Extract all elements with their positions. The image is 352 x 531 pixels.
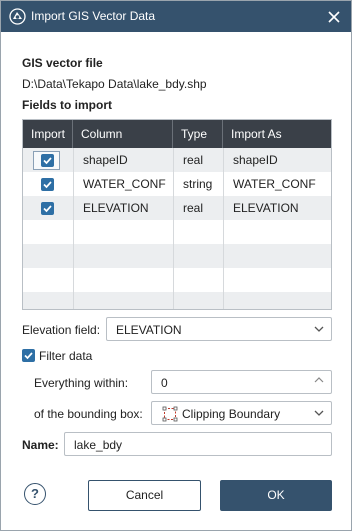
app-icon [9, 8, 26, 25]
type-cell: string [183, 177, 213, 191]
table-row-empty [23, 292, 331, 309]
ok-button[interactable]: OK [220, 480, 332, 511]
elevation-field-value: ELEVATION [116, 323, 182, 337]
table-row[interactable]: WATER_CONF string WATER_CONF [23, 172, 331, 196]
window-title: Import GIS Vector Data [31, 9, 156, 23]
column-cell: WATER_CONF [83, 177, 166, 191]
close-icon [328, 10, 340, 23]
column-cell: ELEVATION [83, 201, 149, 215]
table-row-empty [23, 268, 331, 292]
column-divider [223, 148, 224, 309]
import-checkbox[interactable] [41, 154, 54, 167]
table-row[interactable]: shapeID real shapeID [23, 148, 331, 172]
header-import-as[interactable]: Import As [223, 120, 331, 148]
import-as-cell[interactable]: ELEVATION [223, 196, 299, 220]
column-divider [173, 148, 174, 309]
import-gis-vector-dialog: Import GIS Vector Data GIS vector file D… [0, 0, 352, 531]
gis-file-path: D:\Data\Tekapo Data\lake_bdy.shp [22, 77, 207, 91]
import-checkbox[interactable] [41, 178, 54, 191]
type-cell: real [183, 153, 204, 167]
name-input[interactable]: lake_bdy [64, 432, 332, 456]
bounding-box-label: of the bounding box: [34, 407, 143, 421]
help-icon: ? [31, 486, 39, 501]
elevation-field-select[interactable]: ELEVATION [106, 317, 332, 341]
elevation-field-label: Elevation field: [22, 323, 101, 337]
spinner-up-icon[interactable] [314, 376, 324, 383]
bounding-box-select[interactable]: Clipping Boundary [151, 401, 332, 425]
help-button[interactable]: ? [24, 483, 46, 505]
filter-data-checkbox[interactable] [22, 349, 35, 362]
header-column[interactable]: Column [73, 120, 173, 148]
everything-within-input[interactable]: 0 [151, 370, 332, 394]
type-cell: real [183, 201, 204, 215]
title-bar: Import GIS Vector Data [1, 1, 351, 32]
everything-within-value: 0 [161, 376, 168, 390]
clipping-boundary-icon [162, 406, 178, 422]
table-header: Import Column Type Import As [23, 120, 331, 148]
cancel-button[interactable]: Cancel [88, 480, 201, 511]
bounding-box-value: Clipping Boundary [182, 407, 281, 421]
checkbox-checked-icon [43, 181, 52, 189]
fields-heading: Fields to import [22, 98, 112, 112]
close-button[interactable] [317, 1, 351, 32]
filter-data-label[interactable]: Filter data [39, 349, 92, 363]
chevron-down-icon [314, 410, 324, 416]
import-checkbox[interactable] [41, 202, 54, 215]
checkbox-checked-icon [43, 157, 52, 165]
import-as-cell[interactable]: WATER_CONF [223, 172, 316, 196]
name-label: Name: [22, 438, 59, 452]
table-row[interactable]: ELEVATION real ELEVATION [23, 196, 331, 220]
header-import[interactable]: Import [23, 120, 73, 148]
fields-table: Import Column Type Import As shapeID rea… [22, 119, 332, 310]
everything-within-label: Everything within: [34, 376, 129, 390]
gis-file-heading: GIS vector file [22, 56, 103, 70]
name-value: lake_bdy [74, 438, 123, 452]
checkbox-checked-icon [43, 205, 52, 213]
column-cell: shapeID [83, 153, 128, 167]
table-row-empty [23, 244, 331, 268]
checkbox-checked-icon [24, 352, 33, 360]
chevron-down-icon [314, 326, 324, 332]
import-as-cell[interactable]: shapeID [223, 148, 278, 172]
header-type[interactable]: Type [173, 120, 223, 148]
column-divider [73, 148, 74, 309]
table-row-empty [23, 220, 331, 244]
